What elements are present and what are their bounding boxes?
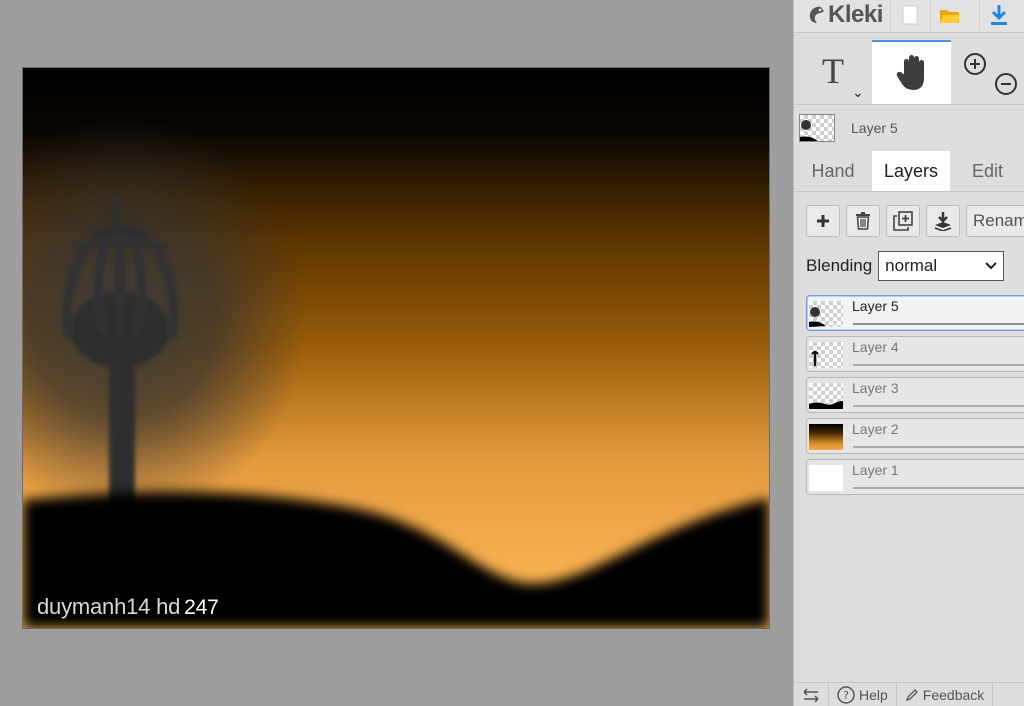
- zoom-in-icon: [964, 53, 986, 75]
- tool-row: T ⌄: [794, 40, 1024, 105]
- current-layer-thumbnail: [799, 114, 835, 142]
- tab-layers[interactable]: Layers: [872, 151, 950, 191]
- current-layer-name: Layer 5: [851, 120, 898, 136]
- collapse-sidebar-button[interactable]: [794, 683, 829, 706]
- blending-label: Blending: [806, 256, 873, 275]
- new-document-icon: [902, 5, 918, 25]
- layer-item-3[interactable]: Layer 3: [806, 377, 1024, 413]
- tab-edit[interactable]: Edit: [950, 151, 1024, 191]
- kleki-bird-icon: [809, 6, 824, 23]
- feedback-button[interactable]: Feedback: [897, 683, 994, 706]
- zoom-in-button[interactable]: [963, 52, 987, 76]
- folder-open-icon: [940, 10, 960, 23]
- panel-tabs: Hand Layers Edit: [794, 151, 1024, 192]
- tab-hand[interactable]: Hand: [794, 151, 872, 191]
- top-bar: Kleki: [794, 0, 1024, 33]
- layer-item-4[interactable]: Layer 4: [806, 336, 1024, 372]
- add-layer-button[interactable]: [806, 205, 840, 237]
- layer-name: Layer 2: [852, 421, 899, 437]
- help-label: Help: [859, 687, 888, 703]
- signature-text: duymanh14 hd: [37, 594, 181, 619]
- app-logo[interactable]: Kleki: [806, 0, 883, 30]
- canvas-artwork: [23, 68, 769, 628]
- merge-down-icon: [934, 212, 952, 231]
- layer-opacity-slider[interactable]: [853, 364, 1024, 366]
- download-icon: [991, 5, 1007, 25]
- layer-opacity-slider[interactable]: [853, 405, 1024, 407]
- zoom-out-button[interactable]: [994, 72, 1018, 96]
- pencil-icon: [905, 689, 918, 702]
- layer-thumbnail: [809, 342, 843, 368]
- layer-thumbnail: [809, 465, 843, 491]
- layer-opacity-slider[interactable]: [853, 446, 1024, 448]
- layer-actions: Renam: [806, 205, 1024, 239]
- blending-select[interactable]: normal: [878, 251, 1005, 281]
- svg-text:?: ?: [843, 689, 849, 702]
- help-button[interactable]: ? Help: [829, 683, 897, 706]
- layer-opacity-slider[interactable]: [853, 323, 1024, 325]
- blending-value: normal: [885, 256, 938, 275]
- layer-thumbnail: [809, 383, 843, 409]
- delete-layer-button[interactable]: [846, 205, 880, 237]
- layer-item-1[interactable]: Layer 1: [806, 459, 1024, 495]
- layer-item-5[interactable]: Layer 5: [806, 295, 1024, 331]
- layer-thumbnail: [809, 424, 843, 450]
- help-icon: ?: [837, 686, 855, 704]
- duplicate-icon: [893, 211, 913, 231]
- layer-list: Layer 5 Layer 4 Layer 3 Layer 2 Layer 1: [806, 295, 1024, 500]
- save-image-button[interactable]: [979, 0, 1018, 30]
- hand-tool-button[interactable]: [872, 40, 951, 104]
- feedback-label: Feedback: [922, 687, 985, 703]
- sidebar: Kleki T ⌄ Layer 5 Hand Layers Edit Renam…: [793, 0, 1024, 706]
- bottom-bar: ? Help Feedback: [794, 682, 1024, 706]
- chevron-down-icon: [985, 262, 997, 270]
- layer-name: Layer 5: [852, 298, 899, 314]
- open-image-button[interactable]: [930, 0, 969, 30]
- canvas-signature: duymanh14 hd 247: [37, 594, 219, 620]
- signature-number: 247: [184, 596, 219, 619]
- trash-icon: [856, 212, 870, 230]
- merge-layer-button[interactable]: [926, 205, 960, 237]
- layer-name: Layer 1: [852, 462, 899, 478]
- duplicate-layer-button[interactable]: [886, 205, 920, 237]
- layer-thumbnail: [809, 301, 843, 327]
- chevron-down-icon[interactable]: ⌄: [852, 84, 864, 101]
- blending-control: Blending normal: [806, 251, 1005, 281]
- plus-icon: [817, 215, 829, 227]
- text-tool-button[interactable]: T ⌄: [794, 42, 872, 104]
- layer-name: Layer 3: [852, 380, 899, 396]
- canvas-workspace[interactable]: duymanh14 hd 247: [0, 0, 793, 706]
- swap-arrows-icon: [803, 688, 819, 702]
- layer-item-2[interactable]: Layer 2: [806, 418, 1024, 454]
- drawing-canvas[interactable]: duymanh14 hd 247: [23, 68, 769, 628]
- current-layer-indicator: Layer 5: [794, 106, 1024, 150]
- zoom-out-icon: [995, 73, 1017, 95]
- hand-icon: [896, 55, 924, 90]
- app-name: Kleki: [828, 1, 883, 28]
- layer-name: Layer 4: [852, 339, 899, 355]
- rename-layer-button[interactable]: Renam: [966, 205, 1024, 237]
- layer-opacity-slider[interactable]: [853, 487, 1024, 489]
- new-image-button[interactable]: [890, 0, 929, 30]
- text-tool-icon: T: [822, 51, 844, 91]
